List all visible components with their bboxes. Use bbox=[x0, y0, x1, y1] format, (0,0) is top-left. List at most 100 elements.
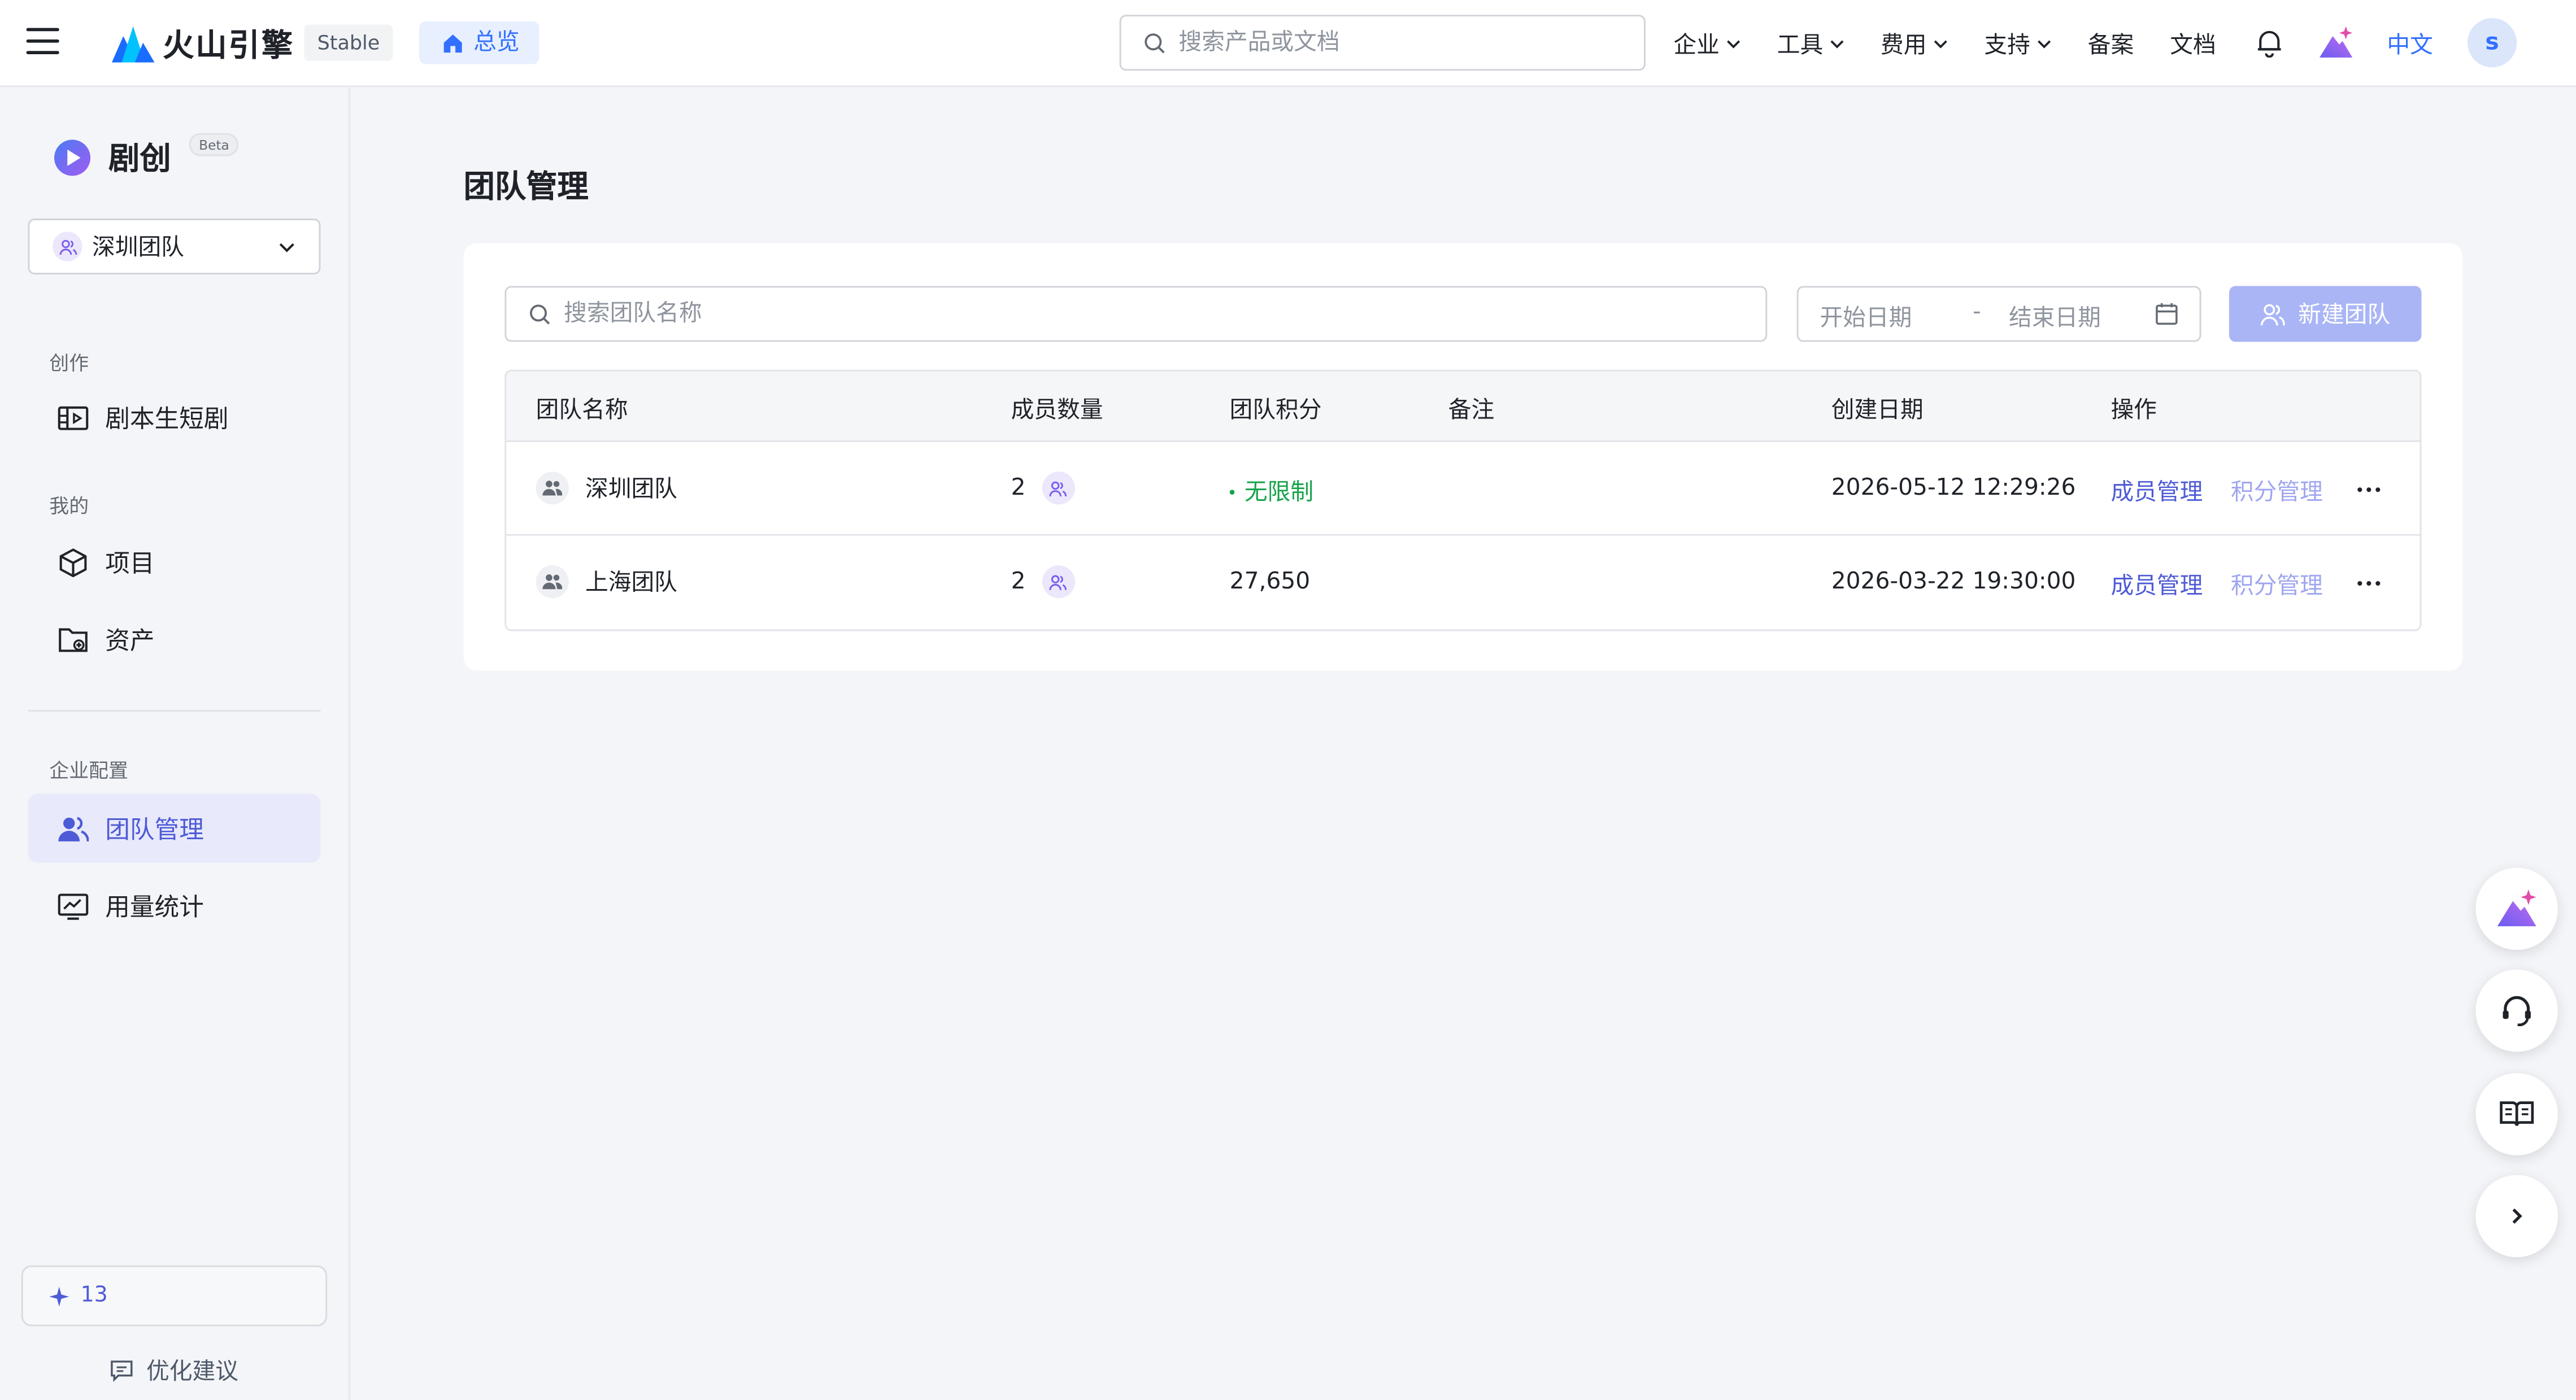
app-root: 火山引擎 Stable 总览 企业 工具 费用 支持 备案 文档 中文 s 剧创… bbox=[0, 0, 2576, 1400]
sidebar-item-script-short[interactable]: 剧本生短剧 bbox=[28, 383, 320, 452]
nav-billing-label: 费用 bbox=[1881, 32, 1927, 59]
points-management-link[interactable]: 积分管理 bbox=[2231, 569, 2323, 601]
bell-icon[interactable] bbox=[2256, 28, 2283, 58]
top-search-box[interactable] bbox=[1119, 15, 1646, 71]
chevron-down-icon bbox=[1830, 40, 1844, 49]
top-search-input[interactable] bbox=[1178, 29, 1607, 56]
col-actions: 操作 bbox=[2111, 398, 2157, 424]
credits-balance[interactable]: 13 bbox=[21, 1265, 328, 1327]
volcano-logo-icon bbox=[111, 26, 155, 63]
docs-guide-button[interactable] bbox=[2475, 1073, 2558, 1155]
date-range-picker[interactable]: 开始日期 - 结束日期 bbox=[1796, 286, 2201, 342]
headset-icon bbox=[2503, 996, 2531, 1027]
team-name-cell: 上海团队 bbox=[536, 565, 677, 599]
nav-filing[interactable]: 备案 bbox=[2088, 27, 2134, 60]
created-date: 2026-03-22 19:30:00 bbox=[1831, 568, 2076, 595]
table-header: 团队名称 成员数量 团队积分 备注 创建日期 操作 bbox=[506, 371, 2420, 442]
app-name: 剧创 bbox=[108, 141, 171, 178]
sidebar-item-usage-stats[interactable]: 用量统计 bbox=[28, 871, 320, 940]
members-icon[interactable] bbox=[1042, 472, 1075, 505]
nav-support[interactable]: 支持 bbox=[1984, 27, 2051, 60]
expand-panel-button[interactable] bbox=[2475, 1175, 2558, 1258]
section-mine: 我的 bbox=[49, 494, 89, 518]
nav-support-label: 支持 bbox=[1984, 32, 2030, 59]
team-icon bbox=[53, 232, 82, 261]
date-separator: - bbox=[1973, 299, 1981, 326]
created-date: 2026-05-12 12:29:26 bbox=[1831, 474, 2076, 501]
credits-value: 13 bbox=[80, 1283, 108, 1309]
section-enterprise: 企业配置 bbox=[49, 759, 129, 783]
sidebar-item-label: 资产 bbox=[105, 625, 155, 655]
beta-badge: Beta bbox=[189, 133, 240, 156]
feedback-link[interactable]: 优化建议 bbox=[110, 1354, 238, 1387]
col-members: 成员数量 bbox=[1011, 398, 1103, 424]
brand-name: 火山引擎 bbox=[163, 27, 294, 64]
user-avatar[interactable]: s bbox=[2467, 18, 2517, 68]
team-points-value: 无限制 bbox=[1244, 479, 1314, 507]
customer-service-button[interactable] bbox=[2475, 969, 2558, 1052]
sidebar-item-projects[interactable]: 项目 bbox=[28, 527, 320, 596]
ai-assistant-icon[interactable] bbox=[2318, 25, 2354, 61]
search-icon bbox=[530, 303, 550, 324]
end-date-field[interactable]: 结束日期 bbox=[2009, 301, 2101, 334]
comment-icon bbox=[111, 1360, 133, 1382]
sidebar-item-label: 团队管理 bbox=[105, 814, 204, 844]
ai-mountain-icon bbox=[2497, 889, 2536, 927]
team-selector[interactable]: 深圳团队 bbox=[28, 219, 321, 274]
team-points-value: 27,650 bbox=[1229, 568, 1311, 595]
col-remark: 备注 bbox=[1448, 398, 1495, 424]
sidebar-item-label: 用量统计 bbox=[105, 891, 204, 922]
nav-enterprise[interactable]: 企业 bbox=[1673, 27, 1740, 60]
sidebar-item-assets[interactable]: 资产 bbox=[28, 605, 320, 674]
start-date-field[interactable]: 开始日期 bbox=[1820, 301, 1912, 334]
member-management-link[interactable]: 成员管理 bbox=[2111, 569, 2203, 601]
top-bar: 火山引擎 Stable 总览 企业 工具 费用 支持 备案 文档 中文 s bbox=[0, 0, 2576, 88]
sidebar-item-team-management[interactable]: 团队管理 bbox=[28, 793, 321, 863]
table-row: 深圳团队 2 无限制 2026-05-12 12:29:26 成员管理 积分管理 bbox=[506, 442, 2420, 536]
overview-tab[interactable]: 总览 bbox=[419, 21, 539, 64]
team-search-input[interactable] bbox=[564, 300, 1715, 328]
table-row: 上海团队 2 27,650 2026-03-22 19:30:00 成员管理 积… bbox=[506, 535, 2420, 630]
ai-assistant-float-button[interactable] bbox=[2475, 867, 2558, 950]
team-avatar-icon bbox=[536, 565, 569, 599]
cube-icon bbox=[59, 547, 87, 577]
status-dot bbox=[1229, 489, 1235, 494]
hamburger-menu-icon[interactable] bbox=[26, 28, 59, 57]
sparkle-icon bbox=[49, 1286, 69, 1306]
more-options-icon[interactable] bbox=[2354, 475, 2383, 504]
member-management-link[interactable]: 成员管理 bbox=[2111, 475, 2203, 508]
chevron-right-icon bbox=[2512, 1208, 2522, 1224]
brand-logo[interactable]: 火山引擎 bbox=[111, 20, 294, 66]
new-team-button[interactable]: 新建团队 bbox=[2229, 286, 2422, 342]
team-points: 无限制 bbox=[1229, 475, 1314, 508]
points-management-link[interactable]: 积分管理 bbox=[2231, 475, 2323, 508]
overview-label: 总览 bbox=[473, 29, 520, 56]
sidebar-item-label: 项目 bbox=[105, 548, 155, 578]
sidebar: 剧创 Beta 深圳团队 创作 剧本生短剧 我的 项目 资产 企业配置 团队管理… bbox=[0, 87, 350, 1400]
home-icon bbox=[443, 33, 462, 52]
monitor-chart-icon bbox=[58, 893, 89, 919]
nav-tools[interactable]: 工具 bbox=[1777, 27, 1844, 60]
members-icon[interactable] bbox=[1042, 565, 1075, 599]
sidebar-divider bbox=[28, 710, 321, 712]
stable-badge: Stable bbox=[304, 24, 393, 61]
member-count-cell: 2 bbox=[1011, 472, 1075, 505]
chevron-down-icon bbox=[279, 243, 294, 252]
nav-billing[interactable]: 费用 bbox=[1881, 27, 1948, 60]
member-count-cell: 2 bbox=[1011, 565, 1075, 599]
nav-filing-label: 备案 bbox=[2087, 32, 2134, 59]
page-title: 团队管理 bbox=[463, 169, 589, 206]
film-icon bbox=[58, 405, 89, 430]
chevron-down-icon bbox=[1934, 40, 1947, 49]
more-options-icon[interactable] bbox=[2354, 569, 2383, 598]
team-name: 上海团队 bbox=[585, 570, 677, 597]
open-book-icon bbox=[2500, 1101, 2534, 1126]
col-team-name: 团队名称 bbox=[536, 398, 628, 424]
team-search-box[interactable] bbox=[504, 286, 1768, 342]
app-logo-icon bbox=[54, 138, 91, 175]
app-title: 剧创 bbox=[53, 135, 171, 180]
language-switch[interactable]: 中文 bbox=[2387, 28, 2433, 60]
users-icon bbox=[58, 816, 89, 841]
nav-docs[interactable]: 文档 bbox=[2170, 27, 2216, 60]
calendar-icon bbox=[2156, 303, 2178, 325]
